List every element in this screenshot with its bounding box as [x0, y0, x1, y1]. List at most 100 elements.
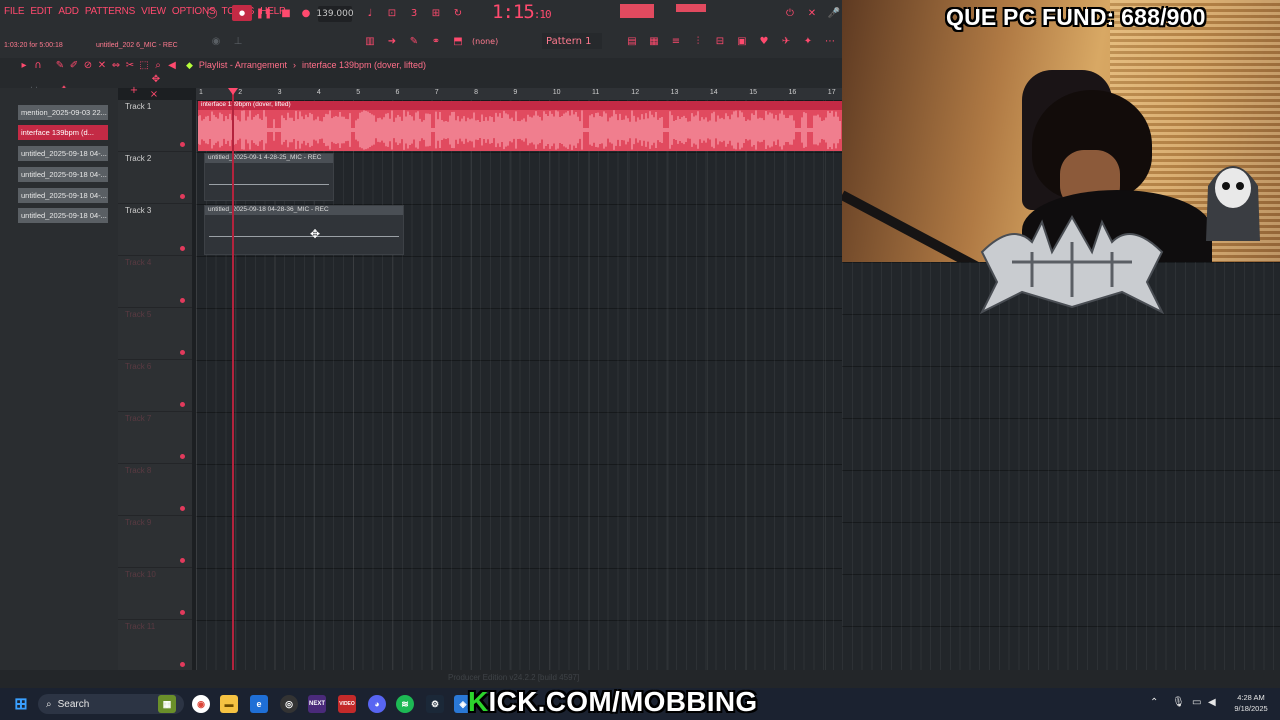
timeline-ruler[interactable]: 1 2 3 4 5 6 7 8 9 10 11 12 13 14 15 16 17: [196, 88, 842, 100]
track-enable-dot[interactable]: [180, 662, 185, 667]
track-header[interactable]: Track 10: [118, 568, 192, 620]
track-enable-dot[interactable]: [180, 298, 185, 303]
widget-icon[interactable]: ▦: [158, 695, 176, 713]
panic-icon[interactable]: ✕: [804, 5, 820, 21]
snap-selector[interactable]: (none): [472, 33, 498, 49]
tempo-display[interactable]: 139.000: [316, 6, 354, 22]
stop-icon[interactable]: ■: [278, 5, 294, 21]
track-enable-dot[interactable]: [180, 454, 185, 459]
playhead-marker-icon[interactable]: [228, 88, 238, 95]
playlist-grid-extended[interactable]: [842, 262, 1280, 670]
scroll-arrows-icon[interactable]: ✥: [148, 71, 164, 87]
magnet-icon[interactable]: ∩: [30, 57, 46, 73]
menu-view[interactable]: VIEW: [141, 6, 166, 17]
breadcrumb-pattern[interactable]: interface 139bpm (dover, lifted): [302, 60, 426, 70]
piano-roll-icon[interactable]: ▥: [362, 33, 378, 49]
faders-icon[interactable]: ⫶: [690, 33, 706, 49]
track-header[interactable]: Track 11: [118, 620, 192, 672]
track-header[interactable]: Track 1: [118, 100, 192, 152]
track-enable-dot[interactable]: [180, 558, 185, 563]
metronome-icon[interactable]: ♩: [362, 5, 378, 21]
menu-add[interactable]: ADD: [58, 6, 79, 17]
track-header[interactable]: Track 5: [118, 308, 192, 360]
track-enable-dot[interactable]: [180, 506, 185, 511]
version-text: Producer Edition v24.2.2 [build 4597]: [448, 673, 580, 682]
app-next-icon[interactable]: NEXT: [308, 695, 326, 713]
song-mode-icon[interactable]: ●: [232, 5, 252, 21]
arrangement-icon[interactable]: ◆: [186, 60, 193, 71]
link-icon[interactable]: ⚭: [428, 33, 444, 49]
microphone-tray-icon[interactable]: 🎙: [1172, 697, 1185, 708]
track-enable-dot[interactable]: [180, 350, 185, 355]
menu-edit[interactable]: EDIT: [30, 6, 52, 17]
pause-icon[interactable]: ❚❚: [256, 5, 273, 21]
picker-item-active[interactable]: interface 139bpm (d...: [18, 125, 108, 140]
tray-chevron-icon[interactable]: ⌃: [1150, 697, 1158, 708]
breadcrumb-playlist[interactable]: Playlist - Arrangement: [199, 60, 287, 70]
power-icon[interactable]: ⏻: [782, 5, 798, 21]
audio-clip-main[interactable]: interface 139bpm (dover, lifted): [198, 101, 842, 151]
menu-file[interactable]: FILE: [4, 6, 25, 17]
playhead[interactable]: [232, 88, 234, 670]
discord-icon[interactable]: ◕: [368, 695, 386, 713]
mic-icon[interactable]: 🎤: [826, 5, 842, 21]
step-edit-icon[interactable]: ⊞: [428, 5, 444, 21]
app-icon[interactable]: ◎: [280, 695, 298, 713]
picker-item[interactable]: untitled_2025-09-18 04-...: [18, 188, 108, 203]
edison-icon[interactable]: ♥: [756, 33, 772, 49]
clip-waveform: [198, 110, 841, 150]
spotify-icon[interactable]: ≋: [396, 695, 414, 713]
track-header[interactable]: Track 2: [118, 152, 192, 204]
track-enable-dot[interactable]: [180, 142, 185, 147]
pattern-selector[interactable]: Pattern 1: [542, 33, 602, 49]
track-enable-dot[interactable]: [180, 194, 185, 199]
audio-clip-track2[interactable]: untitled_2025-09-1 4-28-25_MIC - REC: [204, 153, 334, 201]
network-icon[interactable]: ▭: [1192, 697, 1201, 708]
tools-icon[interactable]: ✈: [778, 33, 794, 49]
countdown-icon[interactable]: 3: [406, 5, 422, 21]
picker-item[interactable]: untitled_2025-09-18 04-...: [18, 208, 108, 223]
loop-record-icon[interactable]: ↻: [450, 5, 466, 21]
feather-icon[interactable]: ✦: [800, 33, 816, 49]
picker-item[interactable]: untitled_2025-09-18 04-...: [18, 167, 108, 182]
add-track-icon[interactable]: +: [126, 82, 142, 98]
plugin-icon[interactable]: ▣: [734, 33, 750, 49]
menu-patterns[interactable]: PATTERNS: [85, 6, 135, 17]
track-header[interactable]: Track 6: [118, 360, 192, 412]
chrome-icon[interactable]: ◉: [192, 695, 210, 713]
track-header[interactable]: Track 9: [118, 516, 192, 568]
track-enable-dot[interactable]: [180, 610, 185, 615]
stamp-icon[interactable]: ⬒: [450, 33, 466, 49]
wait-record-icon[interactable]: ⊡: [384, 5, 400, 21]
track-header[interactable]: Track 7: [118, 412, 192, 464]
windows-start-icon[interactable]: ⊞: [12, 695, 30, 713]
browser-icon[interactable]: ⊟: [712, 33, 728, 49]
picker-item[interactable]: mention_2025-09-03 22...: [18, 105, 108, 120]
knob-icon[interactable]: ◉: [208, 33, 224, 49]
picker-item[interactable]: untitled_2025-09-18 04-...: [18, 146, 108, 161]
video-editor-icon[interactable]: VIDEO: [338, 695, 356, 713]
song-position-display[interactable]: 1:15:10: [492, 1, 552, 23]
track-enable-dot[interactable]: [180, 246, 185, 251]
taskbar-clock[interactable]: 4:28 AM 9/18/2025: [1226, 692, 1276, 714]
pencil-icon[interactable]: ✎: [406, 33, 422, 49]
snap-icon[interactable]: ⊥: [230, 33, 246, 49]
metal-logo-icon: [979, 214, 1165, 315]
audio-clip-track3[interactable]: untitled_2025-09-18 04-28-36_MIC - REC: [204, 205, 404, 255]
more-icon[interactable]: ⋯: [822, 33, 838, 49]
edge-icon[interactable]: e: [250, 695, 268, 713]
playlist-icon[interactable]: ▤: [624, 33, 640, 49]
volume-icon[interactable]: ◀: [1208, 697, 1216, 708]
track-enable-dot[interactable]: [180, 402, 185, 407]
track-header[interactable]: Track 8: [118, 464, 192, 516]
speaker-icon[interactable]: ◀: [164, 57, 180, 73]
channel-rack-icon[interactable]: ▦: [646, 33, 662, 49]
track-header[interactable]: Track 3: [118, 204, 192, 256]
mixer-icon[interactable]: ≡: [668, 33, 684, 49]
track-header[interactable]: Track 4: [118, 256, 192, 308]
steam-icon[interactable]: ⚙: [426, 695, 444, 713]
file-explorer-icon[interactable]: ▬: [220, 695, 238, 713]
arrow-icon[interactable]: ➜: [384, 33, 400, 49]
snap-value: (none): [472, 36, 499, 46]
record-icon[interactable]: ●: [298, 5, 314, 21]
